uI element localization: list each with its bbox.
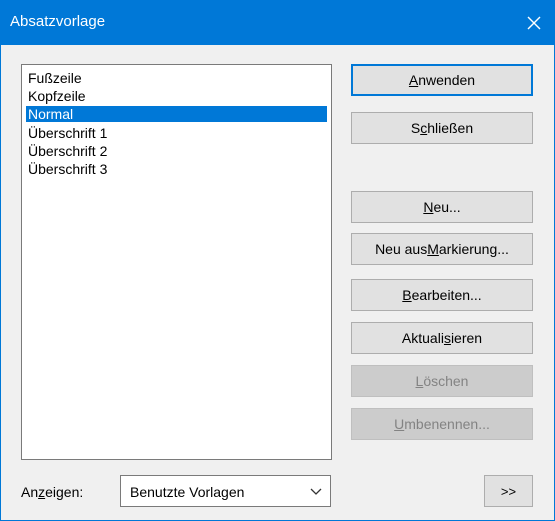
list-item-selected[interactable]: Normal <box>26 106 327 122</box>
show-label-pre: An <box>21 484 39 500</box>
close-label-key: c <box>420 120 428 136</box>
more-options-button[interactable]: >> <box>484 475 533 507</box>
new-from-selection-label-pre: Neu aus <box>375 241 428 257</box>
more-options-label: >> <box>500 483 517 499</box>
show-label: Anzeigen: <box>21 484 83 500</box>
edit-label-post: earbeiten... <box>411 287 482 303</box>
list-item-label: Normal <box>28 106 74 122</box>
list-item-label: Kopfzeile <box>28 88 86 104</box>
new-from-selection-label-key: M <box>427 241 439 257</box>
title-bar: Absatzvorlage <box>1 1 554 45</box>
rename-label-key: U <box>394 416 405 432</box>
new-label-post: eu... <box>433 199 461 215</box>
show-label-post: eigen: <box>45 484 84 500</box>
new-label-key: N <box>423 199 434 215</box>
update-label-pre: Aktuali <box>401 330 444 346</box>
new-from-selection-label-post: arkierung... <box>438 241 509 257</box>
close-label-pre: S <box>410 120 421 136</box>
update-label-key: s <box>443 330 451 346</box>
show-filter-value: Benutzte Vorlagen <box>130 484 245 500</box>
rename-label-post: mbenennen... <box>404 416 490 432</box>
close-dialog-button[interactable]: Sc hließen <box>351 112 533 144</box>
close-label-post: hließen <box>427 120 474 136</box>
new-from-selection-button[interactable]: Neu aus Markierung... <box>351 233 533 265</box>
apply-label-post: nwenden <box>418 72 476 88</box>
list-item-label: Überschrift 3 <box>28 161 108 177</box>
close-icon <box>527 16 541 30</box>
list-item-label: Fußzeile <box>28 70 82 86</box>
apply-label-key: A <box>408 72 419 88</box>
edit-button[interactable]: Bearbeiten... <box>351 279 533 311</box>
edit-label-key: B <box>402 287 412 303</box>
list-item[interactable]: Überschrift 1 <box>26 125 327 141</box>
list-item[interactable]: Überschrift 3 <box>26 161 327 177</box>
show-filter-select[interactable]: Benutzte Vorlagen <box>120 475 331 507</box>
list-item-label: Überschrift 1 <box>28 125 108 141</box>
delete-button[interactable]: Löschen <box>351 365 533 397</box>
delete-label-post: öschen <box>423 373 469 389</box>
update-button[interactable]: Aktuali s ieren <box>351 322 533 354</box>
chevron-down-icon <box>310 488 322 495</box>
list-item[interactable]: Fußzeile <box>26 70 327 86</box>
update-label-post: ieren <box>450 330 483 346</box>
window-title: Absatzvorlage <box>10 13 106 30</box>
style-list[interactable]: Fußzeile Kopfzeile Normal Überschrift 1 … <box>21 64 332 460</box>
paragraph-style-dialog: Absatzvorlage Fußzeile Kopfzeile Normal … <box>0 0 555 521</box>
new-style-button[interactable]: Neu... <box>351 191 533 223</box>
delete-label-key: L <box>415 373 424 389</box>
apply-button[interactable]: Anwenden <box>351 64 533 96</box>
close-button[interactable] <box>514 1 554 45</box>
list-item[interactable]: Überschrift 2 <box>26 143 327 159</box>
rename-button[interactable]: Umbenennen... <box>351 408 533 440</box>
list-item[interactable]: Kopfzeile <box>26 88 327 104</box>
list-item-label: Überschrift 2 <box>28 143 108 159</box>
